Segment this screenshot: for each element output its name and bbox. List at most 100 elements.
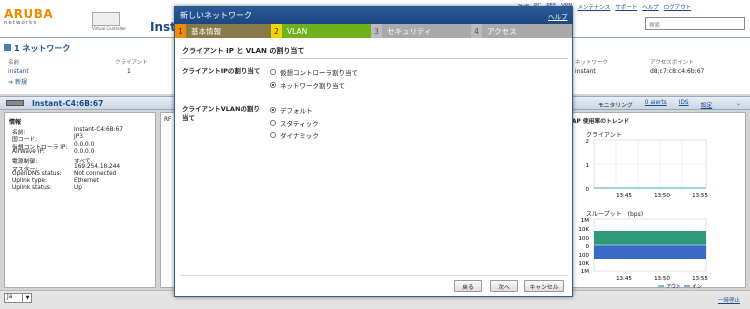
tp-tick-1: 10K xyxy=(578,227,589,233)
new-network-link[interactable]: ➔ 新規 xyxy=(8,77,27,86)
step-access[interactable]: 4 アクセス xyxy=(471,24,572,38)
throughput-in-area xyxy=(594,245,706,259)
vlan-radio-static[interactable]: スタティック xyxy=(270,118,319,128)
network-row-network: instant xyxy=(575,68,596,75)
throughput-out-area xyxy=(594,231,706,245)
virtual-controller-logo: Virtual Controller xyxy=(92,12,134,34)
client-vlan-label-line2: 当て xyxy=(182,114,195,122)
client-vlan-label-line1: クライアントVLANの割り xyxy=(182,105,260,113)
clients-time-2: 13:55 xyxy=(692,193,708,199)
ap-device-icon xyxy=(6,100,24,106)
info-value: JP3 xyxy=(74,134,83,141)
info-value: Not connected xyxy=(74,170,117,177)
collapse-icon[interactable]: ⌄ xyxy=(736,100,741,107)
client-ip-label: クライアントIPの割り当て xyxy=(182,67,261,75)
clients-time-1: 13:50 xyxy=(654,193,670,199)
dialog-footer-divider xyxy=(180,275,568,276)
back-button[interactable]: 戻る xyxy=(454,280,482,292)
alerts-link[interactable]: 0 alerts xyxy=(645,100,667,109)
radio-circle xyxy=(270,120,276,126)
tp-tick-3: 0 xyxy=(586,244,590,250)
clients-tick-1: 1 xyxy=(586,163,590,169)
ip-option-network: ネットワーク割り当て xyxy=(280,82,345,90)
info-value: 0.0.0.0 xyxy=(74,141,95,148)
step-security[interactable]: 3 セキュリティ xyxy=(371,24,471,38)
step-3-number: 3 xyxy=(371,24,382,38)
tp-tick-5: 10K xyxy=(578,261,589,267)
tp-time-2: 13:55 xyxy=(692,276,708,282)
vlan-radio-dynamic[interactable]: ダイナミック xyxy=(270,130,319,140)
nav-maintenance[interactable]: メンテナンス xyxy=(577,3,610,11)
networks-title: 1 ネットワーク xyxy=(14,44,71,53)
col-ap[interactable]: アクセスポイント xyxy=(650,58,694,66)
step-4-number: 4 xyxy=(471,24,482,38)
col-network[interactable]: ネットワーク xyxy=(575,58,608,66)
pause-updates-link[interactable]: 一時停止 xyxy=(718,296,740,304)
legend-out: アウト xyxy=(666,283,681,290)
info-value: Ethernet xyxy=(74,178,99,185)
tp-time-0: 13:45 xyxy=(616,276,632,282)
info-value: Instant-C4:6B:67 xyxy=(74,127,123,133)
step-basic-info[interactable]: 1 基本情報 xyxy=(175,24,271,38)
vlan-option-dynamic: ダイナミック xyxy=(280,132,319,140)
step-2-label: VLAN xyxy=(287,26,308,36)
monitoring-bar: モニタリング 0 alerts IDS 設定 xyxy=(598,100,712,109)
tp-tick-6: 1M xyxy=(581,269,589,275)
chevron-down-icon[interactable]: ▼ xyxy=(22,293,32,303)
vlan-option-default: デフォルト xyxy=(280,107,313,115)
nav-help[interactable]: ヘルプ xyxy=(642,3,659,11)
info-key: OpenDNS status: xyxy=(12,170,62,177)
step-2-number: 2 xyxy=(271,24,282,38)
ip-radio-network[interactable]: ネットワーク割り当て xyxy=(270,80,345,90)
step-vlan[interactable]: 2 VLAN xyxy=(271,24,371,38)
wizard-steps: 1 基本情報 2 VLAN 3 セキュリティ 4 アクセス xyxy=(175,24,572,38)
col-clients[interactable]: クライアント xyxy=(115,58,148,66)
section-title: クライアント IP と VLAN の割り当て xyxy=(182,47,305,55)
config-link[interactable]: 設定 xyxy=(701,100,713,109)
network-icon xyxy=(4,44,11,51)
radio-circle-selected xyxy=(270,82,276,88)
nav-logout[interactable]: ログアウト xyxy=(664,3,692,11)
networks-header[interactable]: 1 ネットワーク xyxy=(4,43,70,54)
ip-radio-vc[interactable]: 仮想コントローラ割り当て xyxy=(270,67,358,77)
rf-label: RF xyxy=(164,117,172,123)
info-key: Uplink status: xyxy=(12,185,52,192)
instant-name[interactable]: Instant-C4:6B:67 xyxy=(32,99,103,108)
ip-option-vc: 仮想コントローラ割り当て xyxy=(280,69,358,77)
clients-tick-2: 0 xyxy=(586,187,590,193)
new-network-label: 新規 xyxy=(14,79,27,86)
tp-tick-2: 100 xyxy=(579,236,590,242)
step-3-label: セキュリティ xyxy=(387,26,432,36)
monitoring-label[interactable]: モニタリング xyxy=(598,100,633,109)
nav-support[interactable]: サポート xyxy=(615,3,637,11)
info-value: Up xyxy=(74,185,82,192)
dialog-title: 新しいネットワーク xyxy=(180,11,252,20)
radio-circle-selected xyxy=(270,107,276,113)
vlan-radio-default[interactable]: デフォルト xyxy=(270,105,313,115)
tp-tick-0: 1M xyxy=(581,218,589,224)
vc-icon xyxy=(92,12,120,26)
tp-tick-4: 100 xyxy=(579,253,590,259)
cancel-button[interactable]: キャンセル xyxy=(524,280,564,292)
add-icon: ➔ xyxy=(8,79,15,86)
clients-time-0: 13:45 xyxy=(616,193,632,199)
col-name[interactable]: 名前 xyxy=(8,58,19,66)
network-row-ap: d8:c7:c8:c4:6b:67 xyxy=(650,68,705,75)
info-value: 0.0.0.0 xyxy=(74,148,95,155)
aruba-logo: ARUBA networks xyxy=(4,8,58,30)
info-key: Uplink type: xyxy=(12,178,47,185)
search-input[interactable]: 検索 xyxy=(645,17,745,30)
logo-main: ARUBA xyxy=(4,7,54,21)
network-row-name[interactable]: instant xyxy=(8,68,29,75)
vc-caption: Virtual Controller xyxy=(92,26,127,31)
info-key: AirWave IP: xyxy=(12,148,45,155)
next-button[interactable]: 次へ xyxy=(490,280,518,292)
ids-link[interactable]: IDS xyxy=(679,100,689,109)
tp-time-1: 13:50 xyxy=(654,276,670,282)
vlan-option-static: スタティック xyxy=(280,120,319,128)
radio-circle xyxy=(270,69,276,75)
client-vlan-label: クライアントVLANの割り 当て xyxy=(182,105,260,123)
dialog-body xyxy=(175,38,572,293)
dialog-help-link[interactable]: ヘルプ xyxy=(548,11,568,21)
radio-circle xyxy=(270,132,276,138)
